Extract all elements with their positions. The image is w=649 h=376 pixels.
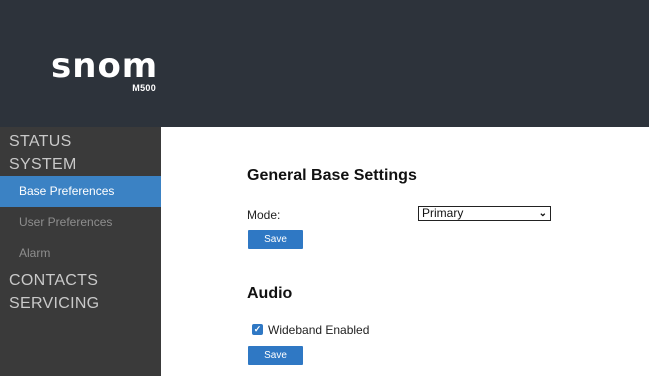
nav-base-preferences[interactable]: Base Preferences: [0, 176, 161, 207]
chevron-down-icon: ⌄: [538, 208, 547, 219]
mode-select-value: Primary: [422, 206, 464, 220]
wideband-label: Wideband Enabled: [268, 323, 370, 337]
nav-system[interactable]: SYSTEM: [0, 153, 161, 176]
mode-label: Mode:: [247, 208, 281, 222]
mode-select[interactable]: Primary ⌄: [418, 206, 551, 221]
nav-status[interactable]: STATUS: [0, 130, 161, 153]
model-name: M500: [132, 83, 156, 93]
general-save-button[interactable]: Save: [248, 230, 303, 249]
checkmark-icon: ✓: [253, 324, 262, 334]
snom-logo: snom M500: [51, 48, 161, 96]
sidebar-nav: STATUS SYSTEM Base Preferences User Pref…: [0, 127, 161, 376]
general-settings-title: General Base Settings: [247, 167, 417, 184]
nav-user-preferences[interactable]: User Preferences: [0, 207, 161, 238]
audio-save-button[interactable]: Save: [248, 346, 303, 365]
wideband-checkbox[interactable]: ✓: [252, 324, 263, 335]
main-content: General Base Settings Mode: Primary ⌄ Sa…: [161, 127, 649, 376]
nav-contacts[interactable]: CONTACTS: [0, 269, 161, 292]
nav-alarm[interactable]: Alarm: [0, 238, 161, 269]
nav-servicing[interactable]: SERVICING: [0, 292, 161, 315]
header-bar: snom M500: [0, 0, 649, 127]
logo-wordmark: snom: [51, 46, 159, 86]
audio-title: Audio: [247, 285, 293, 302]
